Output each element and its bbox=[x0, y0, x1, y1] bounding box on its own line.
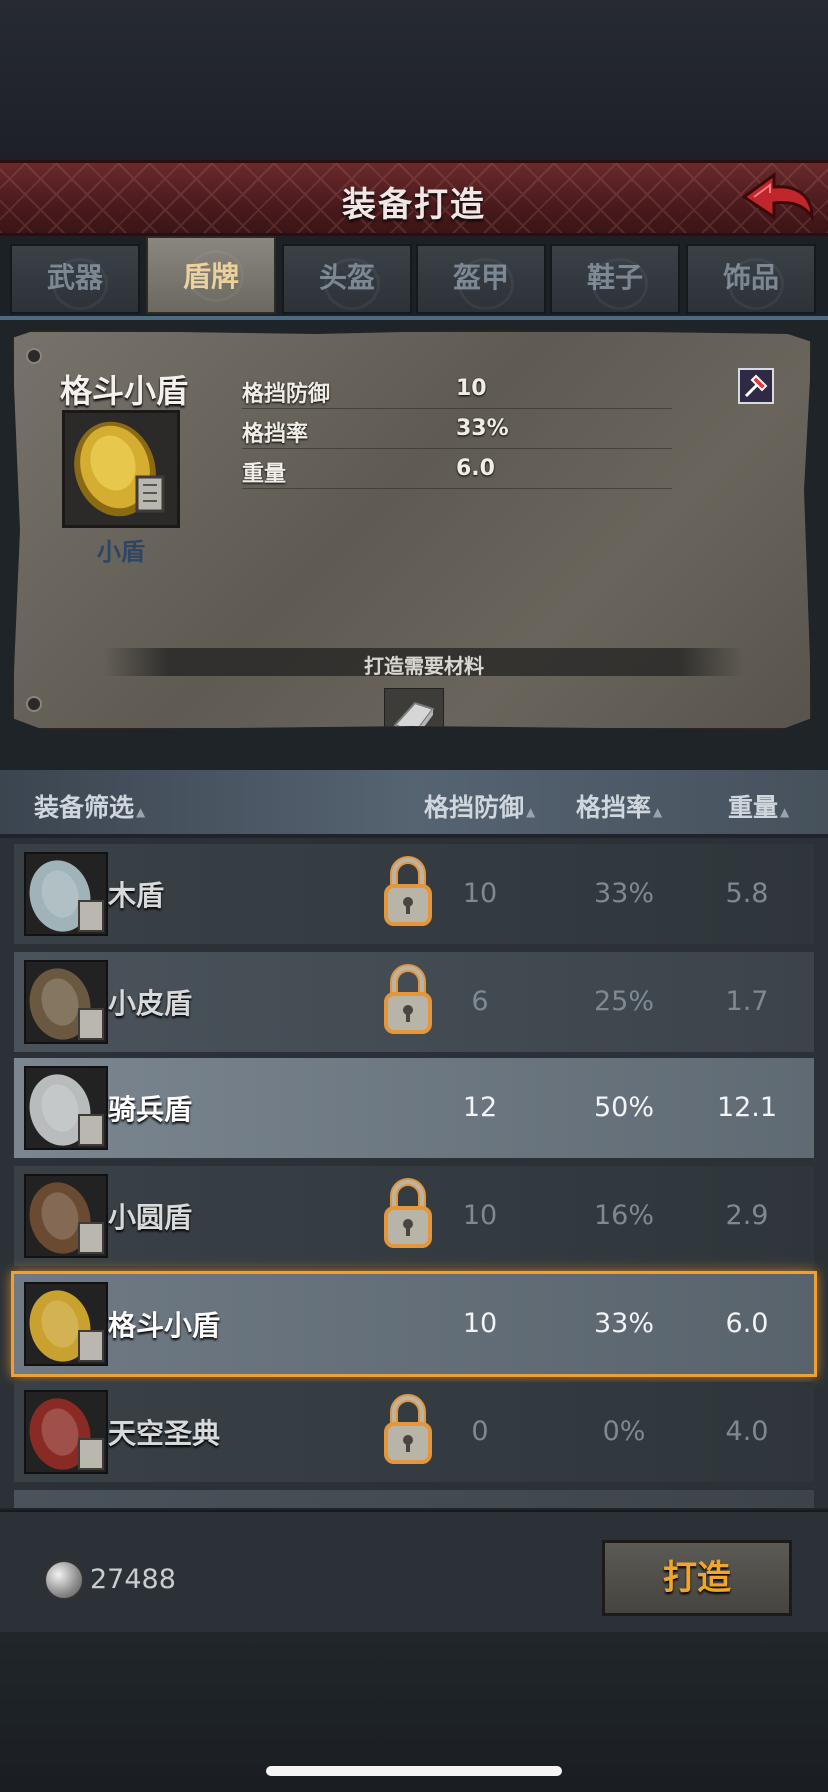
tab-armor[interactable]: 盔甲 bbox=[416, 244, 546, 314]
padlock-icon bbox=[384, 1394, 432, 1464]
title-bar: 装备打造 bbox=[0, 160, 828, 236]
list-item[interactable]: 小圆盾 10 16% 2.9 bbox=[14, 1166, 814, 1266]
detail-item-name: 格斗小盾 bbox=[60, 372, 189, 410]
padlock-icon bbox=[384, 1178, 432, 1248]
block-rate-value: 50% bbox=[593, 1092, 654, 1123]
list-item[interactable]: 木盾 10 33% 5.8 bbox=[14, 844, 814, 944]
home-indicator[interactable] bbox=[266, 1766, 562, 1776]
list-item[interactable]: 小皮盾 6 25% 1.7 bbox=[14, 952, 814, 1052]
rivet-decoration bbox=[26, 696, 42, 712]
sort-weight[interactable]: 重量 ▲ bbox=[728, 788, 789, 824]
equipment-list: 木盾 10 33% 5.8 小皮盾 6 25% 1.7 骑兵盾 12 50% 12.1 小圆盾 10 16%… bbox=[0, 838, 828, 1508]
tab-weapon[interactable]: 武器 bbox=[10, 244, 140, 314]
tab-shield[interactable]: 盾牌 bbox=[146, 236, 276, 314]
sky-tome-icon bbox=[24, 1390, 108, 1474]
hammer-icon[interactable] bbox=[738, 368, 774, 404]
block-defense-value: 10 bbox=[462, 1200, 498, 1231]
stat-weight: 重量 6.0 bbox=[242, 450, 672, 489]
block-rate-value: 16% bbox=[593, 1200, 654, 1231]
list-item[interactable]: 骑兵盾 12 50% 12.1 bbox=[14, 1058, 814, 1158]
list-item[interactable]: 格斗小盾 10 33% 6.0 bbox=[11, 1271, 817, 1377]
sort-block-rate[interactable]: 格挡率 ▲ bbox=[576, 788, 662, 824]
currency-amount: 27488 bbox=[90, 1564, 176, 1595]
padlock-icon bbox=[384, 856, 432, 926]
detail-item-image bbox=[62, 410, 180, 528]
item-name: 骑兵盾 bbox=[108, 1093, 193, 1126]
rivet-decoration bbox=[26, 348, 42, 364]
block-defense-value: 0 bbox=[471, 1416, 489, 1447]
tab-accessory[interactable]: 饰品 bbox=[686, 244, 816, 314]
filter-sort-button[interactable]: 装备筛选 ▲ bbox=[34, 788, 145, 824]
buckler-icon bbox=[74, 421, 165, 517]
stat-block-rate: 格挡率 33% bbox=[242, 410, 672, 449]
leather-shield-icon bbox=[24, 960, 108, 1044]
sort-triangle-icon: ▲ bbox=[780, 805, 790, 819]
back-arrow-icon[interactable] bbox=[740, 171, 816, 227]
weight-value: 2.9 bbox=[725, 1200, 769, 1231]
list-item-partial[interactable] bbox=[14, 1490, 814, 1508]
page-title: 装备打造 bbox=[342, 185, 486, 225]
sort-triangle-icon: ▲ bbox=[653, 805, 663, 819]
top-background bbox=[0, 0, 828, 160]
block-defense-value: 6 bbox=[471, 986, 489, 1017]
cavalry-shield-icon bbox=[24, 1066, 108, 1150]
buckler-icon bbox=[24, 1282, 108, 1366]
sort-triangle-icon: ▲ bbox=[136, 805, 146, 819]
weight-value: 1.7 bbox=[725, 986, 769, 1017]
filter-bar: 装备筛选 ▲ 格挡防御 ▲ 格挡率 ▲ 重量 ▲ bbox=[0, 770, 828, 834]
weight-value: 5.8 bbox=[725, 878, 769, 909]
block-defense-value: 12 bbox=[462, 1092, 498, 1123]
list-item[interactable]: 天空圣典 0 0% 4.0 bbox=[14, 1382, 814, 1482]
block-defense-value: 10 bbox=[462, 1308, 498, 1339]
padlock-icon bbox=[384, 964, 432, 1034]
iron-ingot-icon bbox=[393, 701, 435, 730]
document-badge-icon bbox=[78, 1330, 104, 1362]
wood-shield-icon bbox=[24, 852, 108, 936]
forge-button[interactable]: 打造 bbox=[602, 1540, 792, 1616]
block-rate-value: 33% bbox=[593, 878, 654, 909]
document-badge-icon bbox=[78, 1222, 104, 1254]
bottom-bar: 27488 打造 bbox=[0, 1510, 828, 1632]
document-badge-icon bbox=[78, 900, 104, 932]
document-badge-icon bbox=[78, 1114, 104, 1146]
detail-item-type: 小盾 bbox=[97, 538, 145, 566]
silver-coin-icon bbox=[44, 1560, 84, 1600]
item-name: 格斗小盾 bbox=[108, 1309, 221, 1342]
material-count: 1 bbox=[430, 728, 441, 747]
document-badge-icon bbox=[78, 1438, 104, 1470]
weight-value: 4.0 bbox=[725, 1416, 769, 1447]
category-tabs: 武器 盾牌 头盔 盔甲 鞋子 饰品 bbox=[0, 236, 828, 320]
block-rate-value: 25% bbox=[593, 986, 654, 1017]
document-badge-icon bbox=[78, 1008, 104, 1040]
item-name: 天空圣典 bbox=[108, 1417, 221, 1450]
item-detail-panel: 格斗小盾 小盾 格挡防御 10 格挡率 33% 重量 6.0 打造需要材料 1 bbox=[12, 330, 812, 730]
material-slot[interactable]: 1 bbox=[384, 688, 444, 747]
block-rate-value: 0% bbox=[602, 1416, 646, 1447]
round-shield-icon bbox=[24, 1174, 108, 1258]
block-defense-value: 10 bbox=[462, 878, 498, 909]
stat-block-defense: 格挡防御 10 bbox=[242, 370, 672, 409]
sort-block-defense[interactable]: 格挡防御 ▲ bbox=[424, 788, 535, 824]
materials-header: 打造需要材料 bbox=[104, 648, 744, 678]
item-name: 小圆盾 bbox=[108, 1201, 193, 1234]
tab-helmet[interactable]: 头盔 bbox=[282, 244, 412, 314]
block-rate-value: 33% bbox=[593, 1308, 654, 1339]
tab-shoes[interactable]: 鞋子 bbox=[550, 244, 680, 314]
sort-triangle-icon: ▲ bbox=[526, 805, 536, 819]
item-name: 小皮盾 bbox=[108, 987, 193, 1020]
weight-value: 12.1 bbox=[716, 1092, 778, 1123]
weight-value: 6.0 bbox=[725, 1308, 769, 1339]
item-name: 木盾 bbox=[108, 879, 165, 912]
